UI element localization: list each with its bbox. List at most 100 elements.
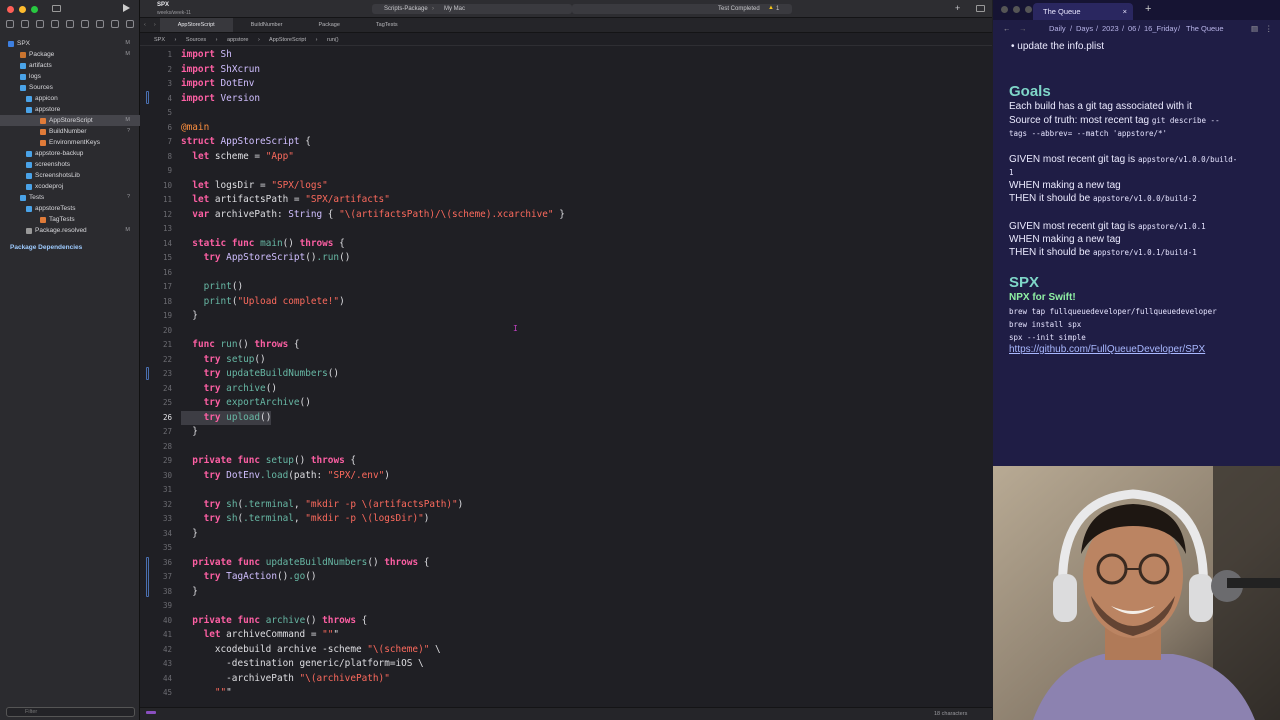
code-line[interactable]: 27 }	[140, 425, 992, 439]
navigator-item[interactable]: artifacts	[0, 60, 140, 71]
code-line[interactable]: 14 static func main() throws {	[140, 237, 992, 251]
navigator-item[interactable]: SPX M	[0, 38, 140, 49]
search-icon[interactable]	[51, 20, 59, 28]
code-line[interactable]: 37 try TagAction().go()	[140, 570, 992, 584]
close-tab-icon[interactable]: ×	[1123, 3, 1127, 20]
more-options-icon[interactable]: ⋮	[1265, 22, 1273, 36]
code-line[interactable]: 25 try exportArchive()	[140, 396, 992, 410]
code-line[interactable]: 11 let artifactsPath = "SPX/artifacts"	[140, 193, 992, 207]
breadcrumb-item[interactable]: Daily	[1049, 22, 1066, 36]
code-line[interactable]: 26 try upload()	[140, 410, 992, 425]
zoom-window-button[interactable]	[31, 6, 38, 13]
report-icon[interactable]	[126, 20, 134, 28]
code-line[interactable]: 33 try sh(.terminal, "mkdir -p \(logsDir…	[140, 512, 992, 526]
navigator-item[interactable]: Package M	[0, 49, 140, 60]
navigator-item[interactable]: appstore-backup	[0, 148, 140, 159]
package-dependencies-section[interactable]: Package Dependencies	[0, 242, 140, 253]
folder-icon[interactable]	[6, 20, 14, 28]
note-tab[interactable]: The Queue ×	[1033, 3, 1133, 20]
code-line[interactable]: 23 try updateBuildNumbers()	[140, 367, 992, 381]
tab-package[interactable]: Package	[300, 18, 357, 32]
debug-icon[interactable]	[96, 20, 104, 28]
close-window-button[interactable]	[1001, 6, 1008, 13]
code-line[interactable]: 8 let scheme = "App"	[140, 150, 992, 164]
code-line[interactable]: 10 let logsDir = "SPX/logs"	[140, 179, 992, 193]
code-line[interactable]: 4 import Version	[140, 92, 992, 106]
code-line[interactable]: 17 print()	[140, 280, 992, 294]
code-line[interactable]: 38 }	[140, 585, 992, 599]
navigator-item[interactable]: screenshots	[0, 159, 140, 170]
navigator-item[interactable]: Sources	[0, 82, 140, 93]
code-line[interactable]: 43 -destination generic/platform=iOS \	[140, 657, 992, 671]
code-line[interactable]: 41 let archiveCommand = """	[140, 628, 992, 642]
code-line[interactable]: 32 try sh(.terminal, "mkdir -p \(artifac…	[140, 498, 992, 512]
code-line[interactable]: 1 import Sh	[140, 48, 992, 62]
navigator-item[interactable]: ScreenshotsLib	[0, 170, 140, 181]
breadcrumb-item[interactable]: 06	[1128, 22, 1136, 36]
navigator-item[interactable]: Tests?	[0, 192, 140, 203]
breakpoint-icon[interactable]	[111, 20, 119, 28]
add-icon[interactable]: +	[955, 3, 960, 13]
code-line[interactable]: 6 @main	[140, 121, 992, 135]
code-line[interactable]: 39	[140, 599, 992, 613]
navigator-filter-field[interactable]: Filter	[6, 707, 135, 717]
forward-icon[interactable]: →	[1019, 22, 1027, 36]
code-line[interactable]: 30 try DotEnv.load(path: "SPX/.env")	[140, 469, 992, 483]
code-line[interactable]: 29 private func setup() throws {	[140, 454, 992, 468]
forward-icon[interactable]: ›	[150, 18, 160, 32]
jumpbar-item[interactable]: Sources	[186, 37, 206, 43]
back-icon[interactable]: ←	[1003, 22, 1011, 36]
navigator-item[interactable]: EnvironmentKeys	[0, 137, 140, 148]
navigator-item[interactable]: appstoreTests	[0, 203, 140, 214]
code-line[interactable]: 13	[140, 222, 992, 236]
jumpbar-item[interactable]: SPX	[154, 37, 165, 43]
scheme-selector[interactable]: Scripts-Package › My Mac	[372, 4, 572, 14]
breadcrumb-item[interactable]: 2023	[1102, 22, 1119, 36]
navigator-item[interactable]: TagTests	[0, 214, 140, 225]
code-line[interactable]: 31	[140, 483, 992, 497]
minimize-window-button[interactable]	[19, 6, 26, 13]
new-tab-icon[interactable]: +	[1145, 3, 1151, 15]
spx-github-link[interactable]: https://github.com/FullQueueDeveloper/SP…	[1009, 344, 1205, 355]
close-window-button[interactable]	[7, 6, 14, 13]
code-line[interactable]: 42 xcodebuild archive -scheme "\(scheme)…	[140, 643, 992, 657]
navigator-item[interactable]: AppStoreScript M	[0, 115, 140, 126]
code-line[interactable]: 2 import ShXcrun	[140, 63, 992, 77]
code-line[interactable]: 44 -archivePath "\(archivePath)"	[140, 672, 992, 686]
run-button[interactable]	[123, 4, 130, 12]
navigator-item[interactable]: Package.resolved M	[0, 225, 140, 236]
code-line[interactable]: 40 private func archive() throws {	[140, 614, 992, 628]
zoom-window-button[interactable]	[1025, 6, 1032, 13]
code-line[interactable]: 15 try AppStoreScript().run()	[140, 251, 992, 265]
code-line[interactable]: 18 print("Upload complete!")	[140, 295, 992, 309]
back-icon[interactable]: ‹	[140, 18, 150, 32]
jumpbar-item[interactable]: run()	[327, 37, 339, 43]
issue-icon[interactable]	[66, 20, 74, 28]
inspector-toggle-icon[interactable]	[976, 5, 985, 12]
test-icon[interactable]	[81, 20, 89, 28]
navigator-item[interactable]: appicon	[0, 93, 140, 104]
navigator-item[interactable]: xcodeproj	[0, 181, 140, 192]
code-line[interactable]: 22 try setup()	[140, 353, 992, 367]
code-line[interactable]: 5	[140, 106, 992, 120]
code-line[interactable]: 45 """	[140, 686, 992, 700]
navigator-item[interactable]: appstore	[0, 104, 140, 115]
code-line[interactable]: 16	[140, 266, 992, 280]
navigator-item[interactable]: BuildNumber?	[0, 126, 140, 137]
tab-buildnumber[interactable]: BuildNumber	[233, 18, 301, 32]
breadcrumb-item[interactable]: The Queue	[1186, 22, 1224, 36]
reading-view-icon[interactable]: ▤	[1251, 22, 1258, 36]
tab-tagtests[interactable]: TagTests	[358, 18, 416, 32]
code-line[interactable]: 21 func run() throws {	[140, 338, 992, 352]
jumpbar-item[interactable]: AppStoreScript	[269, 37, 306, 43]
code-line[interactable]: 34 }	[140, 527, 992, 541]
code-line[interactable]: 9	[140, 164, 992, 178]
navigator-item[interactable]: logs	[0, 71, 140, 82]
code-line[interactable]: 28	[140, 440, 992, 454]
code-line[interactable]: 20	[140, 324, 992, 338]
code-line[interactable]: 24 try archive()	[140, 382, 992, 396]
jumpbar-item[interactable]: appstore	[227, 37, 248, 43]
code-line[interactable]: 19 }	[140, 309, 992, 323]
debug-area-toggle-icon[interactable]	[146, 711, 156, 714]
symbol-icon[interactable]	[36, 20, 44, 28]
